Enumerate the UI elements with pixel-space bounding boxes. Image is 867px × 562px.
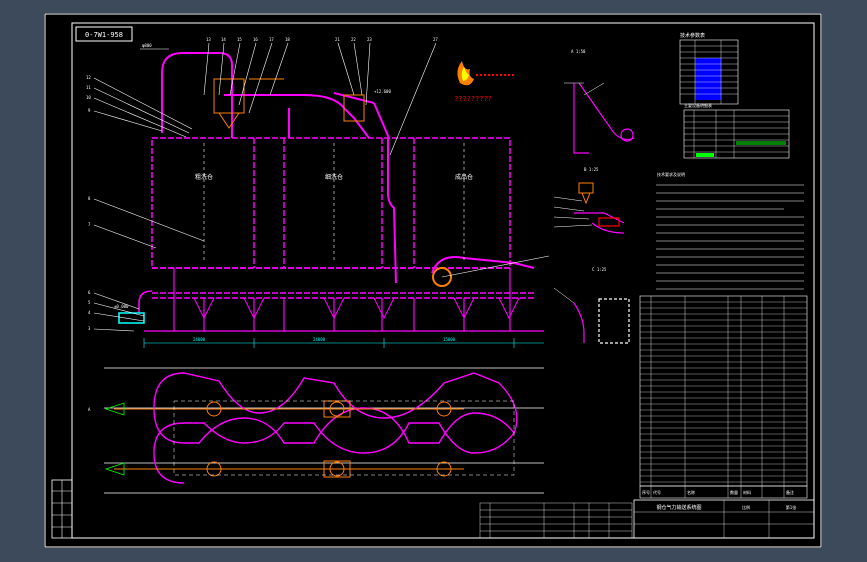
svg-text:6: 6 (88, 290, 91, 295)
cad-viewport[interactable]: 0-7W1-958 粗洗仓 细洗仓 成品仓 13 14 15 16 17 18 … (0, 0, 867, 562)
equipment-table: 主要设备明细表 (683, 102, 790, 159)
notes-title: 技术要求及说明 (657, 171, 685, 177)
drawing-canvas[interactable]: 0-7W1-958 粗洗仓 细洗仓 成品仓 13 14 15 16 17 18 … (44, 13, 822, 548)
parts-col-note: 备注 (786, 489, 794, 495)
svg-text:12: 12 (86, 75, 91, 80)
plan-view: A (88, 367, 544, 494)
svg-text:3: 3 (88, 326, 91, 331)
svg-text:17: 17 (269, 37, 274, 42)
title-block-scale: 比例 (742, 504, 750, 510)
svg-text:22: 22 (351, 37, 356, 42)
svg-text:9: 9 (88, 108, 91, 113)
view-c-label: C 1:25 (592, 267, 607, 272)
title-block-sheet: 第1张 (786, 504, 796, 510)
elevation-view: 粗洗仓 细洗仓 成品仓 13 14 15 16 17 18 21 22 23 2… (86, 37, 550, 348)
svg-text:13: 13 (206, 37, 211, 42)
elev-mark-1: ±0.000 (114, 304, 129, 309)
detail-view-c: C 1:25 (553, 267, 630, 344)
svg-text:10: 10 (86, 95, 91, 100)
detail-view-b: B 1:25 (553, 167, 625, 234)
svg-text:27: 27 (433, 37, 438, 42)
svg-text:8: 8 (88, 196, 91, 201)
svg-text:5: 5 (88, 300, 91, 305)
drawing-sheet: 0-7W1-958 粗洗仓 细洗仓 成品仓 13 14 15 16 17 18 … (44, 13, 822, 548)
chamber-2-label: 细洗仓 (325, 173, 343, 181)
parts-col-material: 材料 (743, 489, 751, 495)
dim-text-2: 24000 (313, 337, 326, 342)
parts-list-table: 序号 代号 名称 数量 材料 备注 (639, 295, 808, 499)
parts-col-name: 名称 (687, 489, 695, 495)
tech-parameter-table: 技术参数表 (679, 32, 739, 105)
svg-text:7: 7 (88, 222, 91, 227)
parts-col-index: 序号 (642, 489, 650, 495)
valve-table-title: 主要设备明细表 (684, 102, 712, 108)
dim-text-3: 15000 (443, 337, 456, 342)
parts-col-code: 代号 (653, 489, 661, 495)
title-block-name: 钢仓气力输送系统图 (656, 504, 701, 511)
svg-text:21: 21 (335, 37, 340, 42)
view-b-label: B 1:25 (584, 167, 599, 172)
svg-text:23: 23 (367, 37, 372, 42)
chamber-1-label: 粗洗仓 (195, 173, 213, 181)
svg-text:16: 16 (253, 37, 258, 42)
tech-table-title: 技术参数表 (680, 32, 705, 39)
dim-text-1: 24000 (193, 337, 206, 342)
svg-text:18: 18 (285, 37, 290, 42)
margin-table (51, 479, 73, 539)
parts-col-qty: 数量 (730, 489, 738, 495)
detail-view-a: A 1:50 (564, 49, 635, 154)
pipe-label: φ800 (142, 43, 152, 48)
chamber-3-label: 成品仓 (455, 173, 473, 181)
elev-mark-2: +12.600 (374, 89, 391, 94)
title-block: 钢仓气力输送系统图 比例 第1张 (633, 499, 815, 539)
secondary-parts-table (479, 502, 633, 539)
flame-logo-icon (457, 61, 474, 86)
inner-frame (71, 22, 815, 539)
technical-notes: 技术要求及说明 (656, 171, 804, 290)
svg-text:11: 11 (86, 85, 91, 90)
svg-text:15: 15 (237, 37, 242, 42)
svg-text:A: A (88, 407, 91, 412)
svg-text:4: 4 (88, 310, 91, 315)
silo-outline (151, 137, 511, 269)
drawing-stamp: 0-7W1-958 (85, 31, 123, 39)
view-a-label: A 1:50 (571, 49, 586, 54)
red-question-text: ????????? (454, 95, 492, 103)
svg-text:14: 14 (221, 37, 226, 42)
